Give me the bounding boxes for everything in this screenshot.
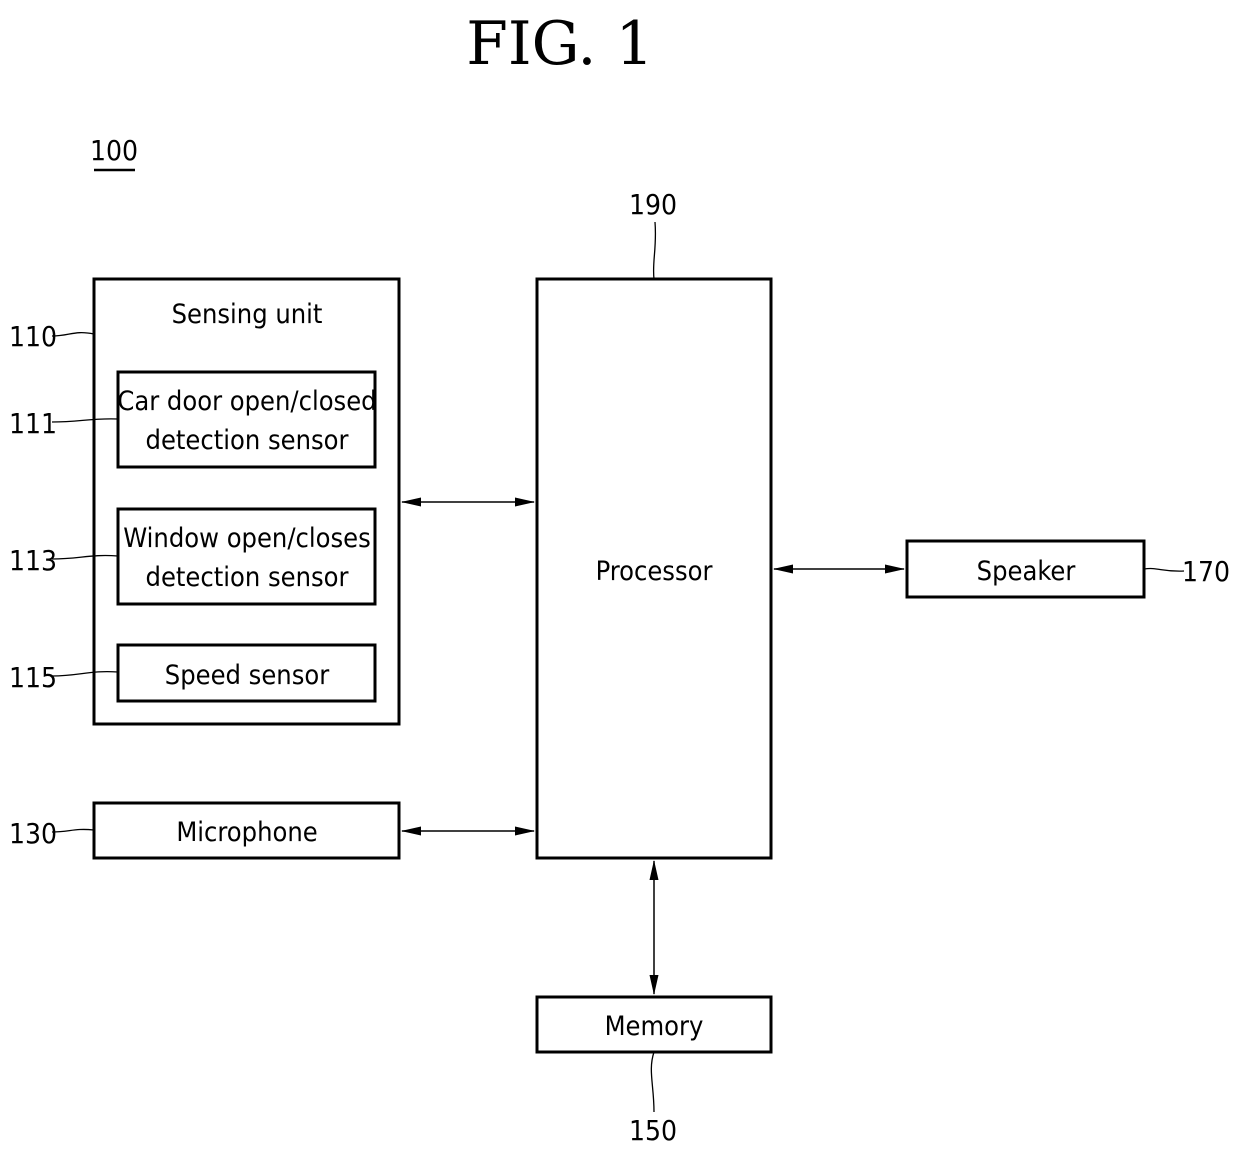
door-sensor-leader (51, 418, 119, 423)
processor-block: Processor 190 (535, 188, 773, 860)
sensing-unit-ref: 110 (9, 320, 57, 353)
sensing-unit-leader (51, 331, 95, 337)
speed-sensor-leader (51, 670, 119, 677)
microphone-label: Microphone (176, 817, 317, 848)
sensing-unit-block: Sensing unit 110 (9, 277, 401, 726)
processor-label: Processor (596, 556, 713, 587)
window-sensor-label-line2: detection sensor (146, 562, 349, 593)
memory-block: Memory 150 (535, 995, 773, 1147)
speaker-ref: 170 (1182, 555, 1230, 588)
door-sensor-label-line1: Car door open/closed (117, 386, 376, 417)
sensing-unit-label: Sensing unit (172, 299, 323, 330)
door-sensor-ref: 111 (9, 407, 57, 440)
speed-sensor-label: Speed sensor (165, 660, 329, 691)
microphone-leader (51, 828, 95, 833)
speed-sensor-ref: 115 (9, 661, 57, 694)
window-sensor-block: Window open/closes detection sensor 113 (9, 507, 377, 606)
system-reference: 100 (90, 134, 138, 172)
microphone-block: Microphone 130 (9, 801, 401, 860)
system-ref-label: 100 (90, 134, 138, 167)
door-sensor-label-line2: detection sensor (146, 425, 349, 456)
window-sensor-ref: 113 (9, 544, 57, 577)
speed-sensor-block: Speed sensor 115 (9, 643, 377, 703)
speaker-label: Speaker (977, 556, 1076, 587)
window-sensor-leader (51, 554, 119, 560)
door-sensor-block: Car door open/closed detection sensor 11… (9, 370, 377, 469)
memory-leader (650, 1051, 655, 1113)
processor-ref: 190 (629, 188, 677, 221)
speaker-block: Speaker 170 (905, 539, 1230, 599)
speaker-leader (1143, 567, 1185, 572)
sensing-unit-box (92, 277, 401, 726)
memory-ref: 150 (629, 1114, 677, 1147)
window-sensor-label-line1: Window open/closes (123, 523, 370, 554)
microphone-ref: 130 (9, 817, 57, 850)
figure-title: FIG. 1 (466, 9, 653, 79)
block-diagram: FIG. 1 100 Sensing unit 110 Car door ope… (9, 9, 1230, 1147)
processor-leader (652, 221, 657, 280)
memory-label: Memory (605, 1011, 704, 1042)
